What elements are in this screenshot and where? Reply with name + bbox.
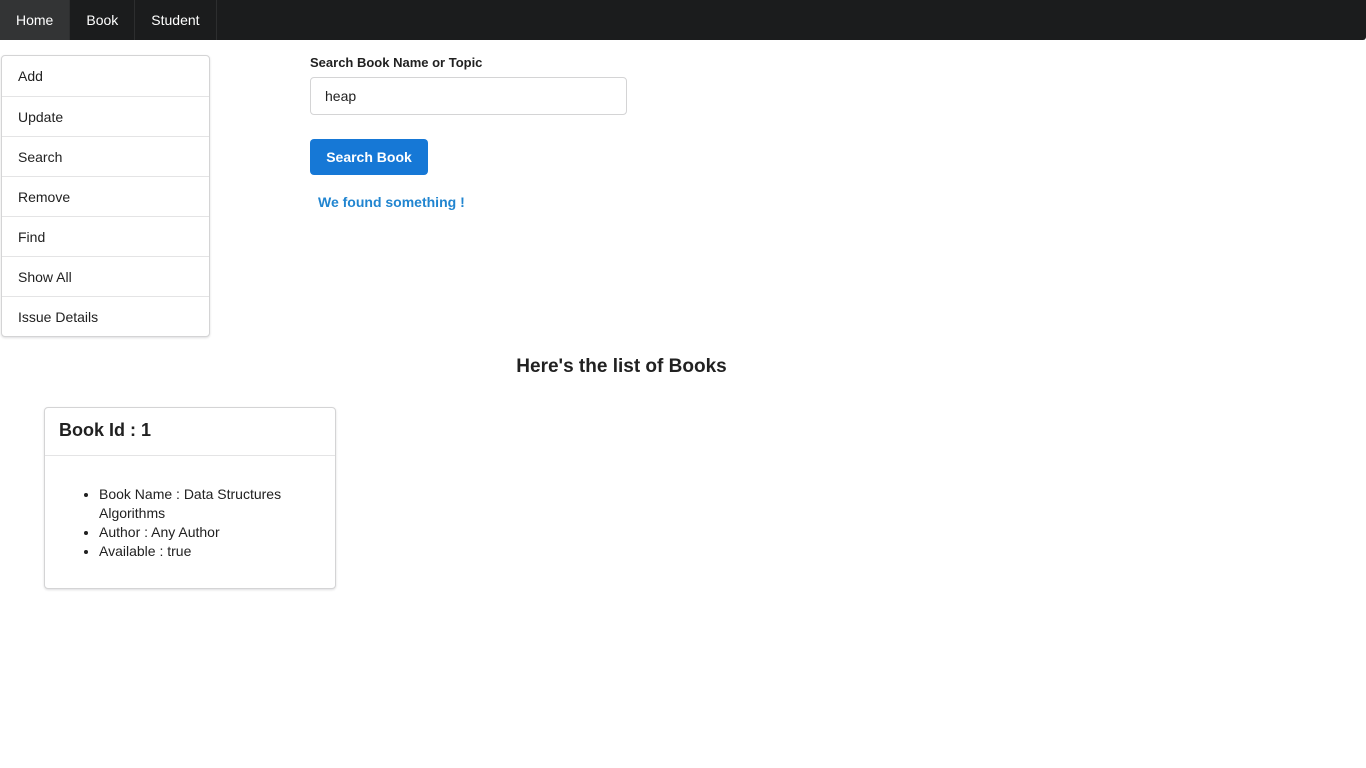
book-card-title: Book Id : 1 bbox=[45, 408, 335, 456]
menu-item-student[interactable]: Student bbox=[135, 0, 217, 40]
sidebar-item-remove[interactable]: Remove bbox=[2, 176, 209, 216]
sidebar-item-update[interactable]: Update bbox=[2, 96, 209, 136]
sidebar-item-issue-details[interactable]: Issue Details bbox=[2, 296, 209, 336]
book-detail-author: Author : Any Author bbox=[99, 523, 295, 542]
sidebar-menu: Add Update Search Remove Find Show All I… bbox=[1, 55, 210, 337]
sidebar-item-show-all[interactable]: Show All bbox=[2, 256, 209, 296]
search-book-button[interactable]: Search Book bbox=[310, 139, 428, 175]
search-form: Search Book Name or Topic Search Book We… bbox=[310, 55, 630, 210]
results-heading: Here's the list of Books bbox=[516, 356, 727, 377]
book-card: Book Id : 1 Book Name : Data Structures … bbox=[44, 407, 336, 589]
search-field-label: Search Book Name or Topic bbox=[310, 55, 483, 70]
sidebar-item-search[interactable]: Search bbox=[2, 136, 209, 176]
search-input[interactable] bbox=[310, 77, 627, 115]
book-detail-name: Book Name : Data Structures Algorithms bbox=[99, 485, 295, 523]
search-result-message: We found something ! bbox=[318, 194, 465, 210]
menu-item-book[interactable]: Book bbox=[70, 0, 136, 40]
top-menubar: Home Book Student bbox=[0, 0, 1366, 40]
sidebar-item-add[interactable]: Add bbox=[2, 56, 209, 96]
book-details-list: Book Name : Data Structures Algorithms A… bbox=[45, 485, 335, 561]
sidebar-item-find[interactable]: Find bbox=[2, 216, 209, 256]
book-detail-available: Available : true bbox=[99, 542, 295, 561]
menu-item-home[interactable]: Home bbox=[0, 0, 71, 40]
